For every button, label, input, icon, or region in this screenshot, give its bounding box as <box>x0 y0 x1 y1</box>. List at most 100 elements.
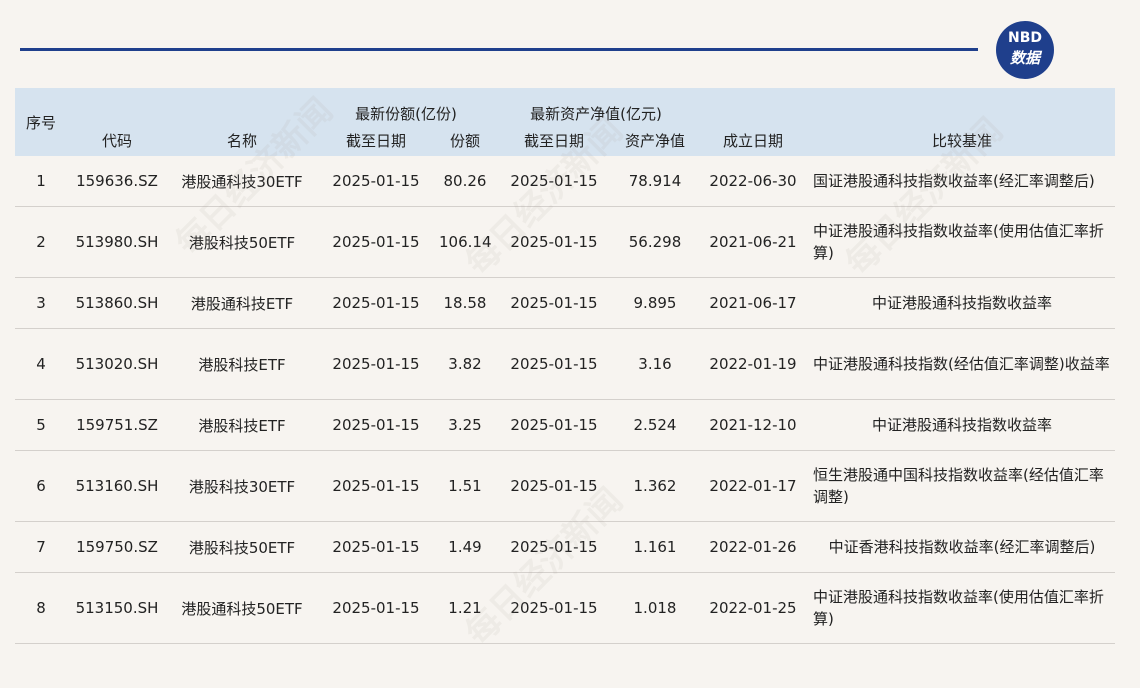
cell-benchmark: 中证港股通科技指数收益率 <box>809 277 1115 329</box>
cell-code: 513160.SH <box>67 450 167 522</box>
cell-inception: 2021-12-10 <box>697 399 809 451</box>
cell-inception: 2022-01-26 <box>697 521 809 573</box>
cell-seq: 5 <box>15 399 67 451</box>
cell-inception: 2022-01-25 <box>697 572 809 644</box>
table-row: 6 513160.SH 港股科技30ETF 2025-01-15 1.51 20… <box>15 450 1115 522</box>
header-blank <box>697 88 809 124</box>
cell-name: 港股通科技ETF <box>167 277 317 329</box>
cell-name: 港股科技50ETF <box>167 206 317 278</box>
cell-inception: 2021-06-17 <box>697 277 809 329</box>
cell-seq: 2 <box>15 206 67 278</box>
cell-name: 港股科技ETF <box>167 399 317 451</box>
header-nav: 资产净值 <box>613 124 697 156</box>
cell-benchmark-text: 中证港股通科技指数收益率(使用估值汇率折算) <box>813 588 1104 628</box>
cell-shares-date: 2025-01-15 <box>317 277 435 329</box>
cell-benchmark: 中证香港科技指数收益率(经汇率调整后) <box>809 521 1115 573</box>
cell-shares: 80.26 <box>435 156 495 207</box>
cell-benchmark-text: 中证港股通科技指数收益率(使用估值汇率折算) <box>813 222 1104 262</box>
cell-seq: 8 <box>15 572 67 644</box>
cell-shares: 106.14 <box>435 206 495 278</box>
header-shares: 份额 <box>435 124 495 156</box>
header-shares-group: 最新份额(亿份) <box>317 88 495 124</box>
cell-shares-date: 2025-01-15 <box>317 328 435 400</box>
header-nav-group: 最新资产净值(亿元) <box>495 88 697 124</box>
cell-nav: 1.362 <box>613 450 697 522</box>
header-divider <box>20 48 978 51</box>
table-header-row-1: 序号 最新份额(亿份) 最新资产净值(亿元) <box>15 88 1115 156</box>
cell-nav-date: 2025-01-15 <box>495 328 613 400</box>
table-row: 3 513860.SH 港股通科技ETF 2025-01-15 18.58 20… <box>15 277 1115 329</box>
header-blank <box>167 88 317 124</box>
cell-shares: 1.49 <box>435 521 495 573</box>
table-row: 8 513150.SH 港股通科技50ETF 2025-01-15 1.21 2… <box>15 572 1115 644</box>
cell-code: 159751.SZ <box>67 399 167 451</box>
cell-nav-date: 2025-01-15 <box>495 277 613 329</box>
cell-seq: 3 <box>15 277 67 329</box>
table-row: 7 159750.SZ 港股科技50ETF 2025-01-15 1.49 20… <box>15 521 1115 573</box>
header-blank <box>67 88 167 124</box>
cell-benchmark: 中证港股通科技指数收益率 <box>809 399 1115 451</box>
cell-nav: 9.895 <box>613 277 697 329</box>
header-name: 名称 <box>167 124 317 156</box>
cell-nav-date: 2025-01-15 <box>495 450 613 522</box>
header-seq: 序号 <box>15 88 67 156</box>
nbd-logo: NBD 数据 <box>996 21 1054 79</box>
cell-benchmark: 国证港股通科技指数收益率(经汇率调整后) <box>809 156 1115 207</box>
header-code: 代码 <box>67 124 167 156</box>
cell-benchmark: 恒生港股通中国科技指数收益率(经估值汇率调整) <box>809 450 1115 522</box>
cell-name: 港股科技ETF <box>167 328 317 400</box>
cell-inception: 2021-06-21 <box>697 206 809 278</box>
header-shares-date: 截至日期 <box>317 124 435 156</box>
cell-nav: 78.914 <box>613 156 697 207</box>
cell-shares: 18.58 <box>435 277 495 329</box>
cell-code: 513980.SH <box>67 206 167 278</box>
logo-text-top: NBD <box>1007 30 1042 46</box>
cell-shares-date: 2025-01-15 <box>317 399 435 451</box>
cell-benchmark-text: 国证港股通科技指数收益率(经汇率调整后) <box>813 172 1095 190</box>
cell-shares-date: 2025-01-15 <box>317 521 435 573</box>
table-row: 2 513980.SH 港股科技50ETF 2025-01-15 106.14 … <box>15 206 1115 278</box>
cell-benchmark-text: 中证港股通科技指数(经估值汇率调整)收益率 <box>813 355 1110 373</box>
cell-inception: 2022-01-19 <box>697 328 809 400</box>
cell-nav-date: 2025-01-15 <box>495 206 613 278</box>
cell-seq: 6 <box>15 450 67 522</box>
cell-code: 513150.SH <box>67 572 167 644</box>
cell-nav: 2.524 <box>613 399 697 451</box>
cell-shares-date: 2025-01-15 <box>317 156 435 207</box>
cell-nav: 1.161 <box>613 521 697 573</box>
header-nav-date: 截至日期 <box>495 124 613 156</box>
cell-benchmark: 中证港股通科技指数收益率(使用估值汇率折算) <box>809 206 1115 278</box>
cell-nav-date: 2025-01-15 <box>495 156 613 207</box>
header-blank <box>809 88 1115 124</box>
cell-name: 港股科技30ETF <box>167 450 317 522</box>
cell-shares-date: 2025-01-15 <box>317 450 435 522</box>
header-benchmark: 比较基准 <box>809 124 1115 156</box>
header-inception: 成立日期 <box>697 124 809 156</box>
cell-benchmark: 中证港股通科技指数收益率(使用估值汇率折算) <box>809 572 1115 644</box>
cell-shares-date: 2025-01-15 <box>317 206 435 278</box>
cell-name: 港股科技50ETF <box>167 521 317 573</box>
cell-inception: 2022-01-17 <box>697 450 809 522</box>
cell-nav-date: 2025-01-15 <box>495 521 613 573</box>
etf-table: 序号 最新份额(亿份) 最新资产净值(亿元) 代码 名称 截至日期 份额 截至日… <box>15 88 1115 644</box>
cell-seq: 1 <box>15 156 67 207</box>
cell-nav: 1.018 <box>613 572 697 644</box>
cell-seq: 4 <box>15 328 67 400</box>
cell-shares-date: 2025-01-15 <box>317 572 435 644</box>
cell-benchmark: 中证港股通科技指数(经估值汇率调整)收益率 <box>809 328 1115 400</box>
cell-nav-date: 2025-01-15 <box>495 399 613 451</box>
table-row: 1 159636.SZ 港股通科技30ETF 2025-01-15 80.26 … <box>15 156 1115 207</box>
cell-shares: 3.25 <box>435 399 495 451</box>
table-header-row-2: 代码 名称 截至日期 份额 截至日期 资产净值 成立日期 比较基准 <box>15 124 1115 156</box>
cell-name: 港股通科技50ETF <box>167 572 317 644</box>
cell-code: 513860.SH <box>67 277 167 329</box>
cell-shares: 1.51 <box>435 450 495 522</box>
cell-nav: 3.16 <box>613 328 697 400</box>
cell-nav: 56.298 <box>613 206 697 278</box>
cell-shares: 3.82 <box>435 328 495 400</box>
cell-seq: 7 <box>15 521 67 573</box>
cell-shares: 1.21 <box>435 572 495 644</box>
cell-inception: 2022-06-30 <box>697 156 809 207</box>
cell-code: 159750.SZ <box>67 521 167 573</box>
cell-nav-date: 2025-01-15 <box>495 572 613 644</box>
